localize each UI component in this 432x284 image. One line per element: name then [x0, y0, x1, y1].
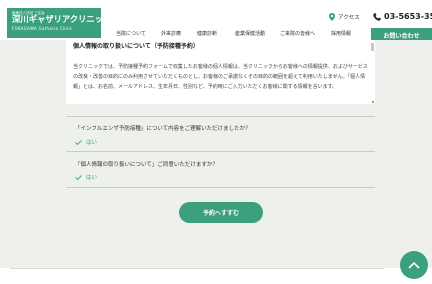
divider	[66, 116, 375, 117]
nav-item-outpatient[interactable]: 外来診療	[161, 30, 181, 37]
reserve-button[interactable]: 予約へすすむ	[179, 202, 263, 223]
nav-item-visitors[interactable]: ご来院の皆様へ	[280, 30, 315, 37]
back-to-top-button[interactable]	[400, 251, 428, 279]
logo-english: FUKAGAWA Gatharia Clinic	[12, 26, 73, 31]
chevron-up-icon	[408, 261, 420, 269]
answer-label: はい	[86, 140, 98, 146]
clinic-logo[interactable]: 医療法人社団 三友会 深川ギャザリアクリニック FUKAGAWA Gathari…	[7, 8, 112, 38]
privacy-text: 当クリニックでは、予防接種予約フォームで収集したお客様の個人情報は、当クリニック…	[73, 64, 368, 90]
access-link[interactable]: アクセス	[329, 13, 360, 21]
nav-item-recruit[interactable]: 採用情報	[331, 30, 351, 37]
right-gutter	[384, 40, 432, 268]
privacy-policy-box[interactable]: 個人情報の取り扱いについて（予防接種予約） 当クリニックでは、予防接種予約フォー…	[66, 40, 375, 104]
check-icon	[75, 139, 82, 145]
question-privacy: 「個人情報の取り扱いについて」ご同意いただけますか？	[75, 162, 218, 168]
answer-privacy[interactable]: はい	[75, 173, 97, 181]
logo-title: 深川ギャザリアクリニック	[12, 15, 112, 25]
site-header: 医療法人社団 三友会 深川ギャザリアクリニック FUKAGAWA Gathari…	[0, 0, 432, 43]
access-label: アクセス	[338, 15, 360, 21]
scroll-indicator	[372, 101, 374, 103]
phone-icon	[373, 12, 381, 21]
answer-influenza[interactable]: はい	[75, 138, 97, 146]
privacy-title: 個人情報の取り扱いについて（予防接種予約）	[73, 43, 199, 50]
nav-item-occupational-health[interactable]: 産業保健活動	[235, 30, 265, 37]
nav-item-about[interactable]: 当院について	[116, 30, 146, 37]
footer-strip	[0, 268, 432, 284]
privacy-scrollbar[interactable]	[371, 43, 374, 51]
nav-item-health-checkup[interactable]: 健康診断	[197, 30, 217, 37]
answer-label: はい	[86, 175, 98, 181]
question-influenza: 「インフルエンザ予防接種」について内容をご理解いただけましたか？	[75, 126, 251, 132]
divider	[10, 268, 384, 269]
divider	[66, 151, 375, 152]
map-pin-icon	[329, 13, 335, 21]
divider	[66, 187, 375, 188]
check-icon	[75, 174, 82, 180]
phone-number[interactable]: 03-5653-3500	[373, 12, 432, 21]
phone-label: 03-5653-3500	[384, 12, 432, 21]
